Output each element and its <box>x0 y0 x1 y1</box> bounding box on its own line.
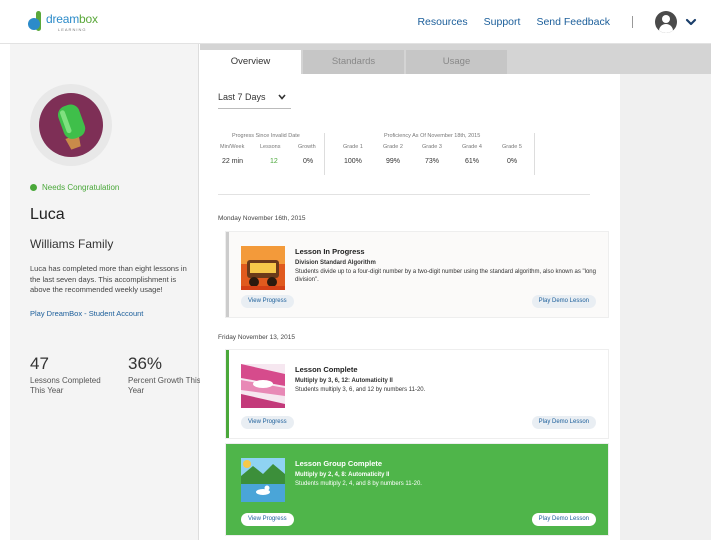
user-avatar-icon[interactable] <box>655 11 677 33</box>
lessons-value: 12 <box>270 158 278 165</box>
view-progress-button[interactable]: View Progress <box>241 295 294 308</box>
col-header: Grade 1 <box>343 144 363 150</box>
divider <box>218 194 590 195</box>
play-student-account-link[interactable]: Play DreamBox - Student Account <box>30 309 143 318</box>
family-name: Williams Family <box>30 237 114 251</box>
col-header: Grade 2 <box>383 144 403 150</box>
student-summary: Luca has completed more than eight lesso… <box>30 264 187 294</box>
lesson-status-title: Lesson Group Complete <box>295 459 383 468</box>
student-badge <box>30 84 112 166</box>
col-header: Grade 5 <box>502 144 522 150</box>
lesson-description: Students multiply 2, 4, and 8 by numbers… <box>295 481 422 487</box>
grade-value: 73% <box>425 158 440 165</box>
popsicle-icon <box>57 104 86 150</box>
col-header: Min/Week <box>220 144 245 150</box>
col-header: Grade 4 <box>462 144 482 150</box>
tab-bar: Overview Standards Usage <box>200 44 711 74</box>
status-dot-icon <box>30 184 37 191</box>
play-demo-lesson-button[interactable]: Play Demo Lesson <box>531 416 596 429</box>
nav-separator <box>632 16 633 28</box>
main-panel: Overview Standards Usage Last 7 Days Pro… <box>200 44 711 540</box>
dreambox-logo[interactable]: dreambox LEARNING <box>28 11 98 32</box>
nav-resources-link[interactable]: Resources <box>417 16 467 28</box>
play-demo-lesson-button[interactable]: Play Demo Lesson <box>531 513 596 526</box>
lesson-thumbnail <box>241 364 285 408</box>
lesson-thumbnail <box>241 458 285 502</box>
lesson-status-title: Lesson In Progress <box>295 247 365 256</box>
chevron-down-icon[interactable] <box>685 16 697 28</box>
view-progress-button[interactable]: View Progress <box>241 416 294 429</box>
lesson-status-title: Lesson Complete <box>295 365 358 374</box>
grade-value: 61% <box>465 158 480 165</box>
lesson-thumbnail <box>241 246 285 290</box>
tab-usage[interactable]: Usage <box>406 50 507 74</box>
student-profile-panel: Needs Congratulation Luca Williams Famil… <box>0 44 201 540</box>
student-name: Luca <box>30 206 65 223</box>
min-per-week-value: 22 min <box>222 158 244 165</box>
col-header: Grade 3 <box>422 144 442 150</box>
lesson-name: Multiply by 2, 4, 8: Automaticity II <box>295 472 390 478</box>
lesson-card: Lesson Complete Multiply by 3, 6, 12: Au… <box>226 350 608 438</box>
growth-value: 0% <box>303 158 314 165</box>
col-header: Lessons <box>260 144 281 150</box>
day-heading: Friday November 13, 2015 <box>218 334 295 341</box>
grade-value: 99% <box>386 158 401 165</box>
lesson-group-card: Lesson Group Complete Multiply by 2, 4, … <box>226 444 608 535</box>
grade-value: 100% <box>344 158 362 165</box>
day-heading: Monday November 16th, 2015 <box>218 215 306 222</box>
logo-subtitle: LEARNING <box>58 27 87 32</box>
view-progress-button[interactable]: View Progress <box>241 513 294 526</box>
nav-send-feedback-link[interactable]: Send Feedback <box>536 16 610 28</box>
tab-standards[interactable]: Standards <box>303 50 404 74</box>
tab-overview[interactable]: Overview <box>200 50 301 74</box>
logo-brand: dreambox <box>46 12 98 26</box>
lesson-description: Students divide up to a four-digit numbe… <box>295 269 596 283</box>
lesson-name: Division Standard Algorithm <box>295 260 376 266</box>
percent-growth-stat: 36% Percent Growth This Year <box>128 354 201 395</box>
lesson-description: Students multiply 3, 6, and 12 by number… <box>295 387 426 393</box>
progress-group-title: Progress Since Invalid Date <box>232 133 300 139</box>
play-demo-lesson-button[interactable]: Play Demo Lesson <box>531 295 596 308</box>
date-range-select[interactable]: Last 7 Days <box>218 92 291 109</box>
lesson-card: Lesson In Progress Division Standard Alg… <box>226 232 608 317</box>
proficiency-group-title: Proficiency As Of November 18th, 2015 <box>384 133 481 139</box>
chevron-down-icon <box>277 94 286 100</box>
top-header: dreambox LEARNING Resources Support Send… <box>0 0 711 44</box>
nav-support-link[interactable]: Support <box>484 16 521 28</box>
lessons-completed-stat: 47 Lessons Completed This Year <box>30 354 101 395</box>
dreambox-logo-icon <box>28 11 42 31</box>
header-nav: Resources Support Send Feedback <box>417 0 711 44</box>
grade-value: 0% <box>507 158 518 165</box>
lesson-name: Multiply by 3, 6, 12: Automaticity II <box>295 378 393 384</box>
col-header: Growth <box>298 144 316 150</box>
overview-content: Last 7 Days Progress Since Invalid Date … <box>200 74 620 540</box>
status-badge: Needs Congratulation <box>30 183 119 192</box>
